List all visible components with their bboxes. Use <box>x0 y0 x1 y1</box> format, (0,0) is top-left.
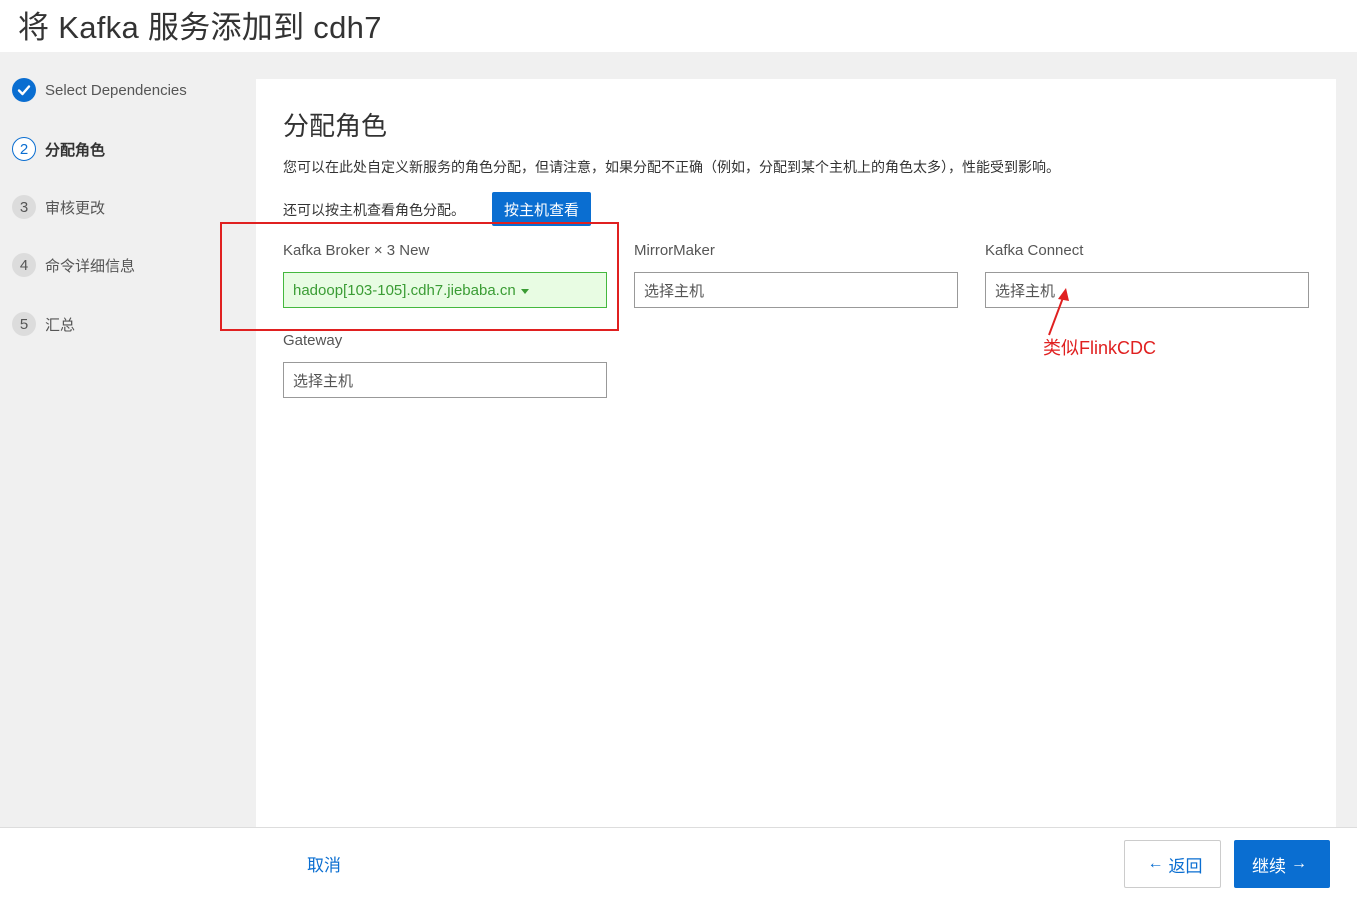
annotation-arrow-icon <box>1048 288 1069 336</box>
cancel-link[interactable]: 取消 <box>307 851 341 876</box>
step-assign-roles[interactable]: 2 分配角色 <box>12 136 105 162</box>
step-label: 命令详细信息 <box>45 257 136 275</box>
annotation-text: 类似FlinkCDC <box>1043 338 1157 358</box>
back-button[interactable]: ← 返回 <box>1124 840 1221 888</box>
page-header: 将 Kafka 服务添加到 cdh7 <box>0 0 1357 52</box>
back-button-label: 返回 <box>1168 856 1203 876</box>
step-label: 汇总 <box>45 316 76 334</box>
role-label-kafka-connect: Kafka Connect <box>985 242 1084 259</box>
continue-button[interactable]: 继续 → <box>1234 840 1330 888</box>
content-card <box>256 79 1336 827</box>
gateway-host-select[interactable]: 选择主机 <box>283 362 607 398</box>
annotation-highlight-box <box>220 222 619 331</box>
view-by-host-text: 还可以按主机查看角色分配。 <box>283 202 465 218</box>
step-label: Select Dependencies <box>45 81 187 99</box>
continue-button-label: 继续 <box>1252 856 1286 876</box>
view-by-host-button[interactable]: 按主机查看 <box>492 192 591 226</box>
step-number: 5 <box>12 312 36 336</box>
arrow-left-icon: ← <box>1147 855 1164 872</box>
step-select-dependencies[interactable]: Select Dependencies <box>12 77 187 103</box>
host-select-placeholder: 选择主机 <box>293 372 354 390</box>
step-review-changes[interactable]: 3 审核更改 <box>12 194 105 220</box>
step-number: 4 <box>12 253 36 277</box>
section-title: 分配角色 <box>283 111 388 141</box>
step-label: 审核更改 <box>45 199 106 217</box>
description-text: 您可以在此处自定义新服务的角色分配，但请注意，如果分配不正确（例如，分配到某个主… <box>283 159 1060 175</box>
role-label-mirrormaker: MirrorMaker <box>634 242 715 259</box>
step-summary[interactable]: 5 汇总 <box>12 311 75 337</box>
kafka-connect-host-select[interactable]: 选择主机 <box>985 272 1309 308</box>
page-title: 将 Kafka 服务添加到 cdh7 <box>18 10 382 45</box>
arrow-right-icon: → <box>1291 855 1307 872</box>
check-icon <box>12 78 36 102</box>
mirrormaker-host-select[interactable]: 选择主机 <box>634 272 958 308</box>
role-label-gateway: Gateway <box>283 332 343 349</box>
step-number: 3 <box>12 195 36 219</box>
step-number: 2 <box>12 137 36 161</box>
step-label: 分配角色 <box>45 141 106 159</box>
host-select-placeholder: 选择主机 <box>644 282 705 300</box>
step-command-details[interactable]: 4 命令详细信息 <box>12 252 135 278</box>
